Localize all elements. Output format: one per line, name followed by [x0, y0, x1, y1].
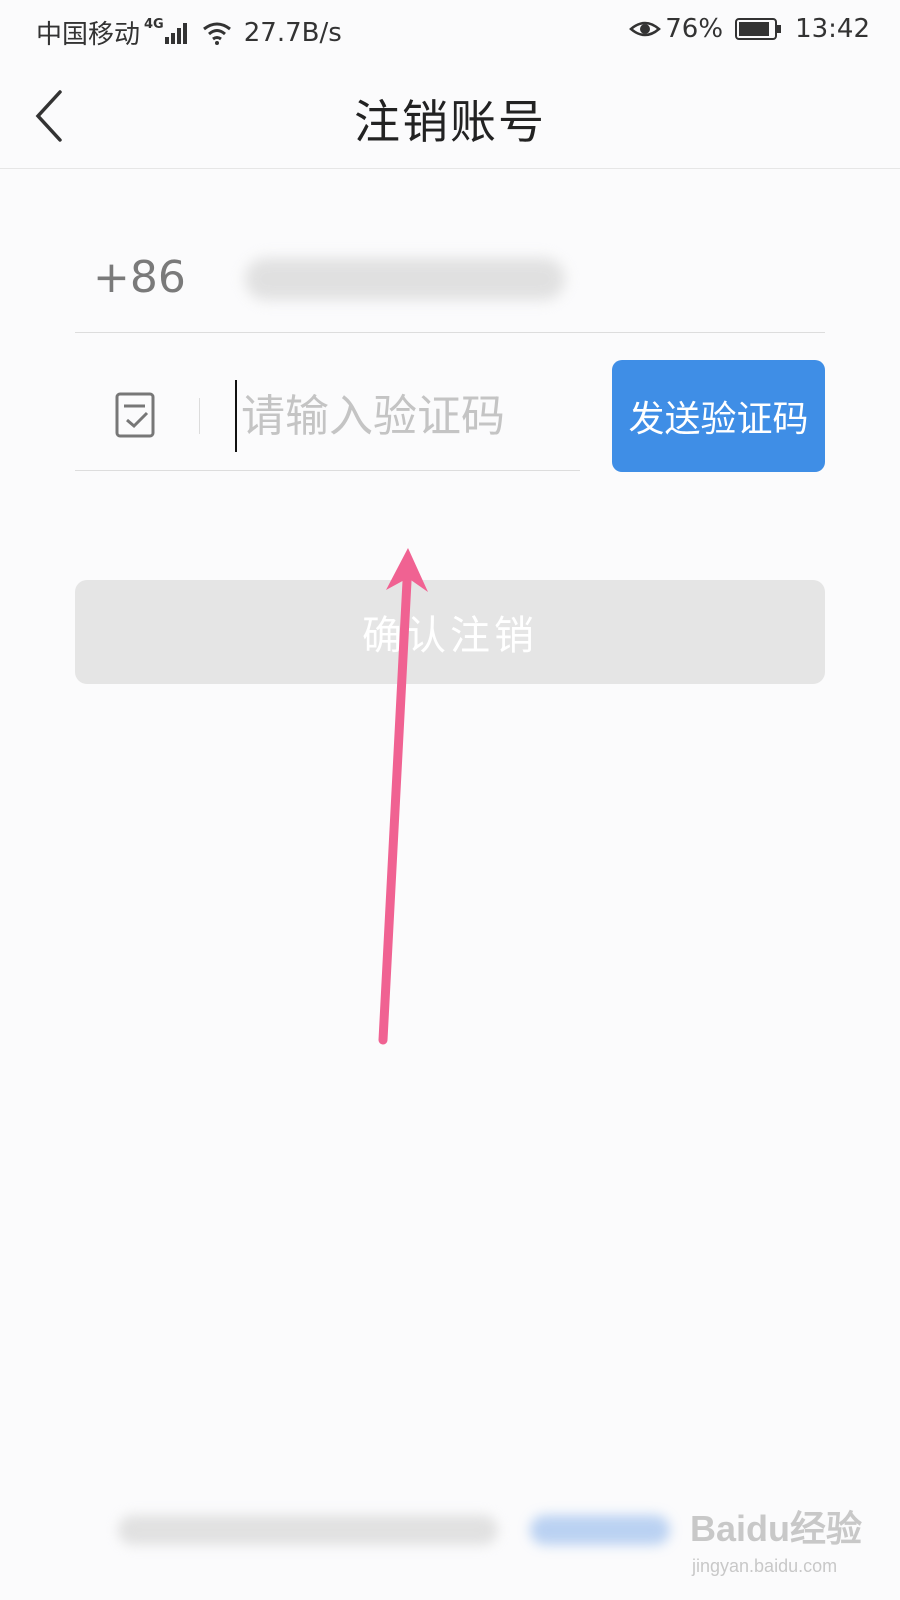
carrier-label: 中国移动: [36, 20, 141, 50]
phone-number-row: +86: [75, 230, 825, 333]
country-code: +86: [93, 252, 186, 303]
clock-label: 13:42: [795, 14, 870, 44]
checklist-icon: [115, 392, 155, 438]
status-bar: 中国移动 4G 27.7B/s 76% 13:42: [0, 0, 900, 62]
baidu-jingyan-watermark: Baidu经验 jingyan.baidu.com: [690, 1500, 870, 1590]
phone-number-blurred: [245, 258, 565, 300]
page-header: 注销账号: [0, 62, 900, 169]
page-title: 注销账号: [354, 95, 546, 149]
battery-icon: [735, 18, 782, 40]
footer-agreement-text-blurred: [118, 1515, 498, 1545]
send-code-button[interactable]: 发送验证码: [612, 360, 825, 472]
status-bar-right: 76% 13:42: [629, 14, 870, 44]
code-divider: [199, 398, 200, 434]
status-bar-left: 中国移动 4G 27.7B/s: [36, 14, 342, 51]
footer-agreement-link-blurred[interactable]: [530, 1515, 670, 1545]
eye-icon: [629, 21, 662, 37]
network-type-label: 4G: [144, 17, 164, 32]
watermark-url: jingyan.baidu.com: [692, 1556, 838, 1576]
verification-code-row: [75, 360, 580, 471]
watermark-brand: Baidu经验: [690, 1508, 863, 1549]
battery-percent-label: 76%: [665, 14, 724, 44]
signal-icon: [164, 22, 187, 44]
wifi-icon: [202, 22, 231, 45]
confirm-cancellation-button[interactable]: 确认注销: [75, 580, 825, 684]
verification-code-input[interactable]: [235, 380, 543, 452]
network-speed-label: 27.7B/s: [243, 17, 342, 48]
